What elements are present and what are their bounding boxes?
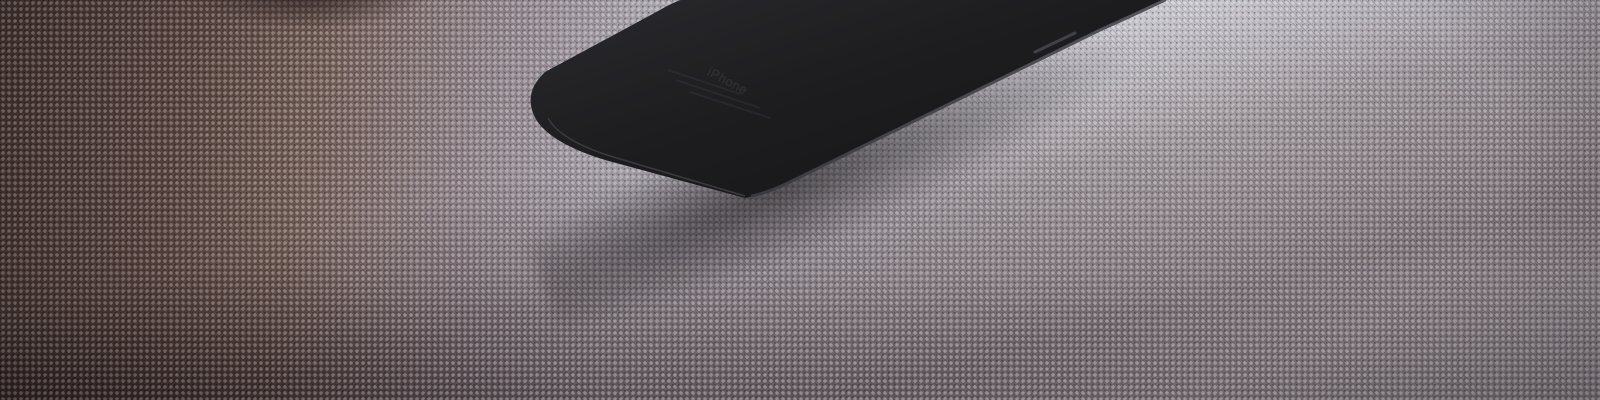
photo-scene: iPhone	[0, 0, 1600, 400]
vignette	[0, 0, 1600, 400]
